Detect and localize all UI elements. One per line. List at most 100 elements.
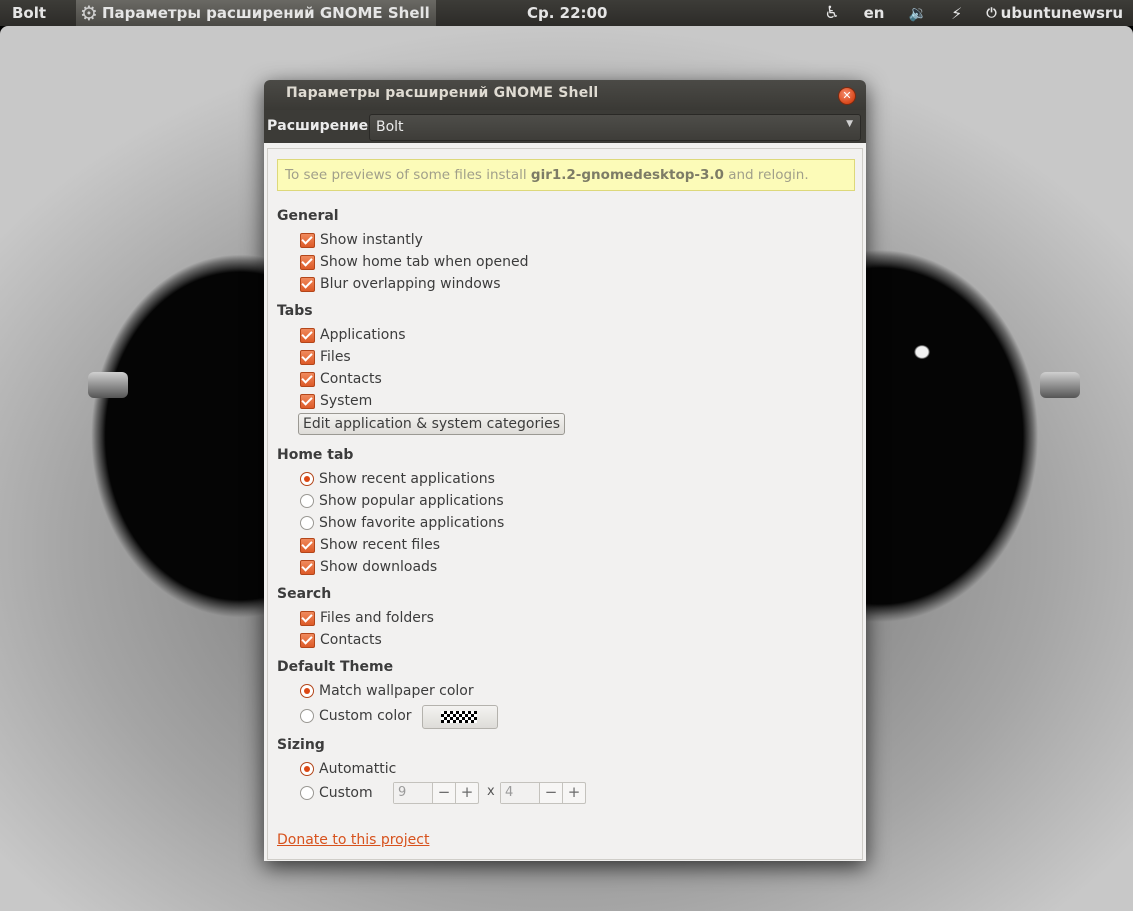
info-bar: To see previews of some files install gi… [277,159,855,191]
sizing-automatic-radio[interactable]: Automattic [300,761,396,777]
option-label: Show instantly [320,232,423,248]
radio-unselected [300,709,314,723]
option-label: Show home tab when opened [320,254,529,270]
chevron-down-icon: ▼ [846,119,853,129]
extension-preferences-dialog: Параметры расширений GNOME Shell ✕ Расши… [264,80,866,861]
tab-applications-checkbox[interactable]: Applications [300,327,406,343]
network-icon[interactable]: ⚡ [951,4,962,23]
checkbox-checked [300,537,315,553]
gear-icon: ⚙ [80,1,98,25]
extension-label: Расширение [267,118,369,134]
panel-clock[interactable]: Ср. 22:00 [527,4,607,22]
match-wallpaper-radio[interactable]: Match wallpaper color [300,683,474,699]
rows-spinner[interactable]: 4 − + [500,782,586,804]
columns-spinner[interactable]: 9 − + [393,782,479,804]
sizing-custom-radio[interactable]: Custom [300,785,373,801]
option-label: Show recent files [320,537,441,553]
checkbox-checked [300,632,315,648]
blur-windows-checkbox[interactable]: Blur overlapping windows [300,276,501,292]
option-label: Contacts [320,632,382,648]
edit-categories-button[interactable]: Edit application & system categories [298,413,566,435]
tab-files-checkbox[interactable]: Files [300,349,351,365]
downloads-checkbox[interactable]: Show downloads [300,559,437,575]
option-label: Match wallpaper color [319,683,474,699]
radio-selected [300,762,314,776]
option-label: Automattic [319,761,397,777]
rows-value[interactable]: 4 [501,783,539,803]
color-swatch [441,711,477,723]
info-bar-prefix: To see previews of some files install [285,167,531,183]
radio-selected [300,684,314,698]
option-label: System [320,393,373,409]
power-icon: ⏻ [986,5,997,21]
tab-contacts-checkbox[interactable]: Contacts [300,371,382,387]
checkbox-checked [300,327,315,343]
extension-selector-row: Расширение Bolt ▼ [264,110,866,143]
panel-active-window[interactable]: ⚙ Параметры расширений GNOME Shell [76,0,436,26]
custom-color-radio[interactable]: Custom color [300,708,412,724]
accessibility-icon[interactable]: ♿ [824,3,839,23]
columns-value[interactable]: 9 [394,783,432,803]
option-label: Applications [320,327,406,343]
section-heading-sizing: Sizing [277,737,325,753]
show-instantly-checkbox[interactable]: Show instantly [300,232,423,248]
checkbox-checked [300,254,315,270]
recent-apps-radio[interactable]: Show recent applications [300,471,495,487]
section-heading-general: General [277,208,339,224]
preferences-content: To see previews of some files install gi… [267,148,863,860]
close-button[interactable]: ✕ [838,87,856,105]
volume-icon[interactable]: 🔉 [908,4,927,22]
columns-decrement-button[interactable]: − [432,783,455,803]
panel-indicators: ♿ en 🔉 ⚡ ⏻ ubuntunewsru [824,3,1123,23]
rows-decrement-button[interactable]: − [539,783,562,803]
show-home-tab-checkbox[interactable]: Show home tab when opened [300,254,528,270]
checkbox-checked [300,371,315,387]
section-heading-tabs: Tabs [277,303,313,319]
checkbox-checked [300,276,315,292]
dialog-title: Параметры расширений GNOME Shell [286,85,599,101]
panel-active-window-title: Параметры расширений GNOME Shell [101,4,430,22]
dialog-titlebar[interactable]: Параметры расширений GNOME Shell ✕ [264,80,866,110]
option-label: Show popular applications [319,493,504,509]
popular-apps-radio[interactable]: Show popular applications [300,493,504,509]
size-separator: x [487,784,495,799]
user-menu[interactable]: ⏻ ubuntunewsru [986,4,1123,22]
option-label: Show favorite applications [319,515,505,531]
checkbox-checked [300,610,315,626]
user-name: ubuntunewsru [1000,4,1123,22]
recent-files-checkbox[interactable]: Show recent files [300,537,440,553]
glasses-hinge-right [1040,372,1080,398]
option-label: Blur overlapping windows [320,276,501,292]
section-heading-search: Search [277,586,332,602]
section-heading-default-theme: Default Theme [277,659,394,675]
search-files-checkbox[interactable]: Files and folders [300,610,434,626]
checkbox-checked [300,393,315,409]
radio-unselected [300,786,314,800]
option-label: Contacts [320,371,382,387]
radio-unselected [300,516,314,530]
radio-unselected [300,494,314,508]
checkbox-checked [300,232,315,248]
language-indicator[interactable]: en [864,4,885,22]
option-label: Custom [319,785,373,801]
checkbox-checked [300,559,315,575]
rows-increment-button[interactable]: + [562,783,585,803]
color-picker-button[interactable] [422,705,498,729]
close-icon: ✕ [842,89,852,102]
donate-link[interactable]: Donate to this project [277,832,429,848]
option-label: Show downloads [320,559,438,575]
favorite-apps-radio[interactable]: Show favorite applications [300,515,504,531]
option-label: Files and folders [320,610,434,626]
radio-selected [300,472,314,486]
tab-system-checkbox[interactable]: System [300,393,372,409]
info-bar-text: To see previews of some files install gi… [285,167,809,183]
search-contacts-checkbox[interactable]: Contacts [300,632,382,648]
info-bar-package: gir1.2-gnomedesktop-3.0 [530,167,724,183]
option-label: Files [320,349,351,365]
columns-increment-button[interactable]: + [455,783,478,803]
option-label: Custom color [319,708,412,724]
info-bar-suffix: and relogin. [723,167,809,183]
extension-dropdown[interactable]: Bolt ▼ [369,114,861,141]
panel-app-menu[interactable]: Bolt [0,4,76,22]
option-label: Show recent applications [319,471,495,487]
